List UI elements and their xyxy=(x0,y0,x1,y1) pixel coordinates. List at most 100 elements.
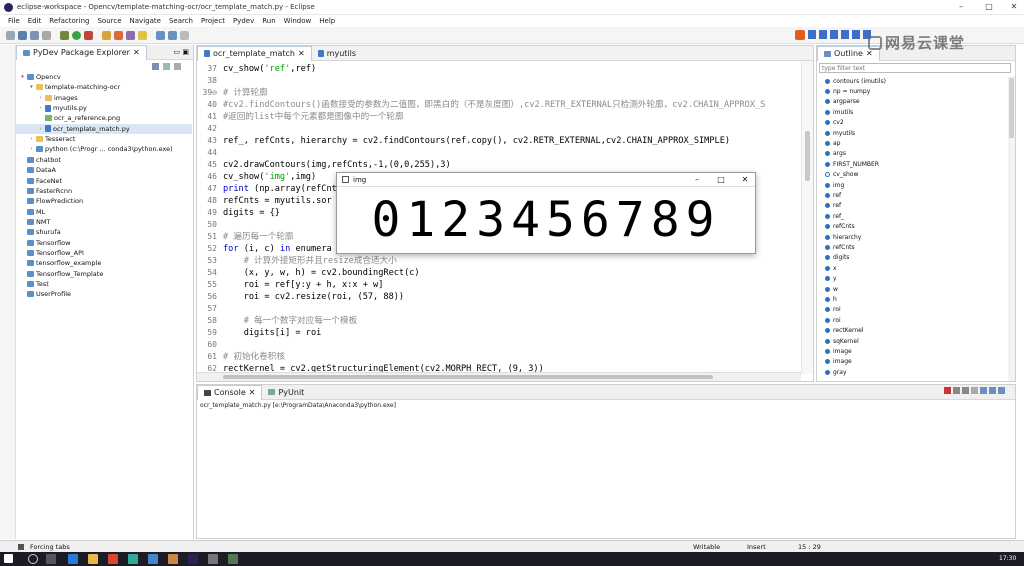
app-icon[interactable] xyxy=(228,554,238,564)
tree-item[interactable]: ML xyxy=(16,207,45,217)
code-line[interactable]: 59 digits[i] = roi xyxy=(197,327,321,339)
tab-console[interactable]: Console ✕ xyxy=(197,384,263,400)
code-line[interactable]: 54 (x, y, w, h) = cv2.boundingRect(c) xyxy=(197,267,419,279)
app-icon[interactable] xyxy=(208,554,218,564)
tree-item[interactable]: DataA xyxy=(16,165,56,175)
outline-item[interactable]: sqKernel xyxy=(825,336,859,346)
tree-item[interactable]: › Tesseract xyxy=(16,134,76,144)
menu-item-file[interactable]: File xyxy=(8,17,20,25)
app-icon[interactable] xyxy=(168,554,178,564)
img-maximize-button[interactable]: □ xyxy=(711,175,731,184)
outline-item[interactable]: np = numpy xyxy=(825,86,870,96)
remove-launch-icon[interactable] xyxy=(953,387,960,394)
code-line[interactable]: 43 ref_, refCnts, hierarchy = cv2.findCon… xyxy=(197,135,730,147)
outline-item[interactable]: ref_ xyxy=(825,211,844,221)
outline-item[interactable]: h xyxy=(825,294,837,304)
run-icon[interactable] xyxy=(72,30,81,40)
code-line[interactable]: 56 roi = cv2.resize(roi, (57, 88)) xyxy=(197,291,404,303)
outline-item[interactable]: ref xyxy=(825,201,841,211)
code-line[interactable]: 62 rectKernel = cv2.getStructuringElement… xyxy=(197,363,543,372)
tree-item[interactable]: shurufa xyxy=(16,227,61,237)
outline-item[interactable]: gray xyxy=(825,367,847,377)
tree-item[interactable]: › ocr_template_match.py xyxy=(16,123,192,134)
outline-item[interactable]: image xyxy=(825,346,852,356)
outline-item[interactable]: refCnts xyxy=(825,222,855,232)
code-line[interactable]: 40 #cv2.findContours()函数接受的参数为二值图，即黑白的（不是… xyxy=(197,99,765,111)
tab-editor-ocr-template-match[interactable]: ocr_template_match ✕ xyxy=(197,45,312,61)
tree-item[interactable]: tensorflow_example xyxy=(16,258,101,268)
menu-item-run[interactable]: Run xyxy=(262,17,275,25)
edge-icon[interactable] xyxy=(68,554,78,564)
menu-item-help[interactable]: Help xyxy=(319,17,335,25)
search-icon[interactable] xyxy=(126,30,135,40)
remove-all-icon[interactable] xyxy=(962,387,969,394)
code-line[interactable]: 58 # 每一个数字对应每一个模板 xyxy=(197,315,357,327)
external-tools-icon[interactable] xyxy=(84,30,93,40)
chrome-icon[interactable] xyxy=(108,554,118,564)
code-line[interactable]: 39⊖ # 计算轮廓 xyxy=(197,87,268,99)
outline-item[interactable]: rectKernel xyxy=(825,326,864,336)
code-line[interactable]: 52 for (i, c) in enumera xyxy=(197,243,331,255)
close-icon[interactable]: ✕ xyxy=(249,388,256,397)
outline-item[interactable]: FIRST_NUMBER xyxy=(825,159,879,169)
tree-item[interactable]: ▾ template-matching-ocr xyxy=(16,82,120,92)
outline-item[interactable]: y xyxy=(825,274,837,284)
code-line[interactable]: 37 cv_show('ref',ref) xyxy=(197,63,316,75)
outline-item[interactable]: roi xyxy=(825,315,841,325)
print-icon[interactable] xyxy=(42,30,51,40)
app-icon[interactable] xyxy=(128,554,138,564)
code-line[interactable]: 46 cv_show('img',img) xyxy=(197,171,316,183)
outline-item[interactable]: hierarchy xyxy=(825,232,861,242)
tree-item[interactable]: › python (c:\Progr ... conda3\python.exe) xyxy=(16,144,173,154)
menu-item-refactoring[interactable]: Refactoring xyxy=(49,17,89,25)
tree-item[interactable]: ocr_a_reference.png xyxy=(16,113,120,123)
menu-item-project[interactable]: Project xyxy=(201,17,225,25)
new-project-icon[interactable] xyxy=(102,30,111,40)
tree-item[interactable]: FasterRcnn xyxy=(16,186,72,196)
tree-item[interactable]: Tensorflow_Template xyxy=(16,269,103,279)
display-console-icon[interactable] xyxy=(989,387,996,394)
expand-arrow-icon[interactable]: › xyxy=(29,146,34,152)
tree-item[interactable]: › myutils.py xyxy=(16,103,87,113)
open-console-icon[interactable] xyxy=(998,387,1005,394)
code-line[interactable]: 48 refCnts = myutils.sor xyxy=(197,195,331,207)
code-line[interactable]: 53 # 计算外接矩形并且resize成合适大小 xyxy=(197,255,396,267)
close-icon[interactable]: ✕ xyxy=(133,48,140,57)
menu-item-window[interactable]: Window xyxy=(284,17,312,25)
explorer-icon[interactable] xyxy=(88,554,98,564)
outline-item[interactable]: cv_show xyxy=(825,170,858,180)
link-editor-icon[interactable] xyxy=(163,62,170,70)
tab-pyunit[interactable]: PyUnit xyxy=(262,385,310,400)
outline-item[interactable]: args xyxy=(825,149,846,159)
img-window[interactable]: img – □ ✕ 0123456789 xyxy=(336,172,756,254)
outline-item[interactable]: img xyxy=(825,180,844,190)
code-line[interactable]: 45 cv2.drawContours(img,refCnts,-1,(0,0,2… xyxy=(197,159,450,171)
minimize-button[interactable]: – xyxy=(955,2,967,12)
tree-item[interactable]: Test xyxy=(16,279,49,289)
code-line[interactable]: 38 xyxy=(197,75,223,87)
start-icon[interactable] xyxy=(4,554,13,563)
outline-item[interactable]: argparse xyxy=(825,97,860,107)
pin-console-icon[interactable] xyxy=(980,387,987,394)
code-line[interactable]: 47 print (np.array(refCnts xyxy=(197,183,342,195)
expand-arrow-icon[interactable]: › xyxy=(29,136,34,142)
outline-item[interactable]: refCnts xyxy=(825,242,855,252)
code-line[interactable]: 57 xyxy=(197,303,223,315)
pin-icon[interactable] xyxy=(180,30,189,40)
back-icon[interactable] xyxy=(156,30,165,40)
code-line[interactable]: 61 # 初始化卷积核 xyxy=(197,351,285,363)
expand-arrow-icon[interactable]: ▾ xyxy=(20,74,25,80)
expand-arrow-icon[interactable]: › xyxy=(38,105,43,111)
tab-editor-myutils[interactable]: myutils xyxy=(312,46,362,61)
outline-item[interactable]: w xyxy=(825,284,838,294)
menu-item-pydev[interactable]: Pydev xyxy=(233,17,254,25)
menu-item-source[interactable]: Source xyxy=(97,17,121,25)
tree-item[interactable]: NMT xyxy=(16,217,50,227)
view-menu-icon[interactable] xyxy=(174,62,181,70)
code-line[interactable]: 41 #返回的list中每个元素都是图像中的一个轮廓 xyxy=(197,111,403,123)
debug-icon[interactable] xyxy=(60,30,69,40)
code-line[interactable]: 49 digits = {} xyxy=(197,207,280,219)
outline-item[interactable]: roi xyxy=(825,305,841,315)
open-type-icon[interactable] xyxy=(114,30,123,40)
outline-item[interactable]: contours (imutils) xyxy=(825,76,886,86)
